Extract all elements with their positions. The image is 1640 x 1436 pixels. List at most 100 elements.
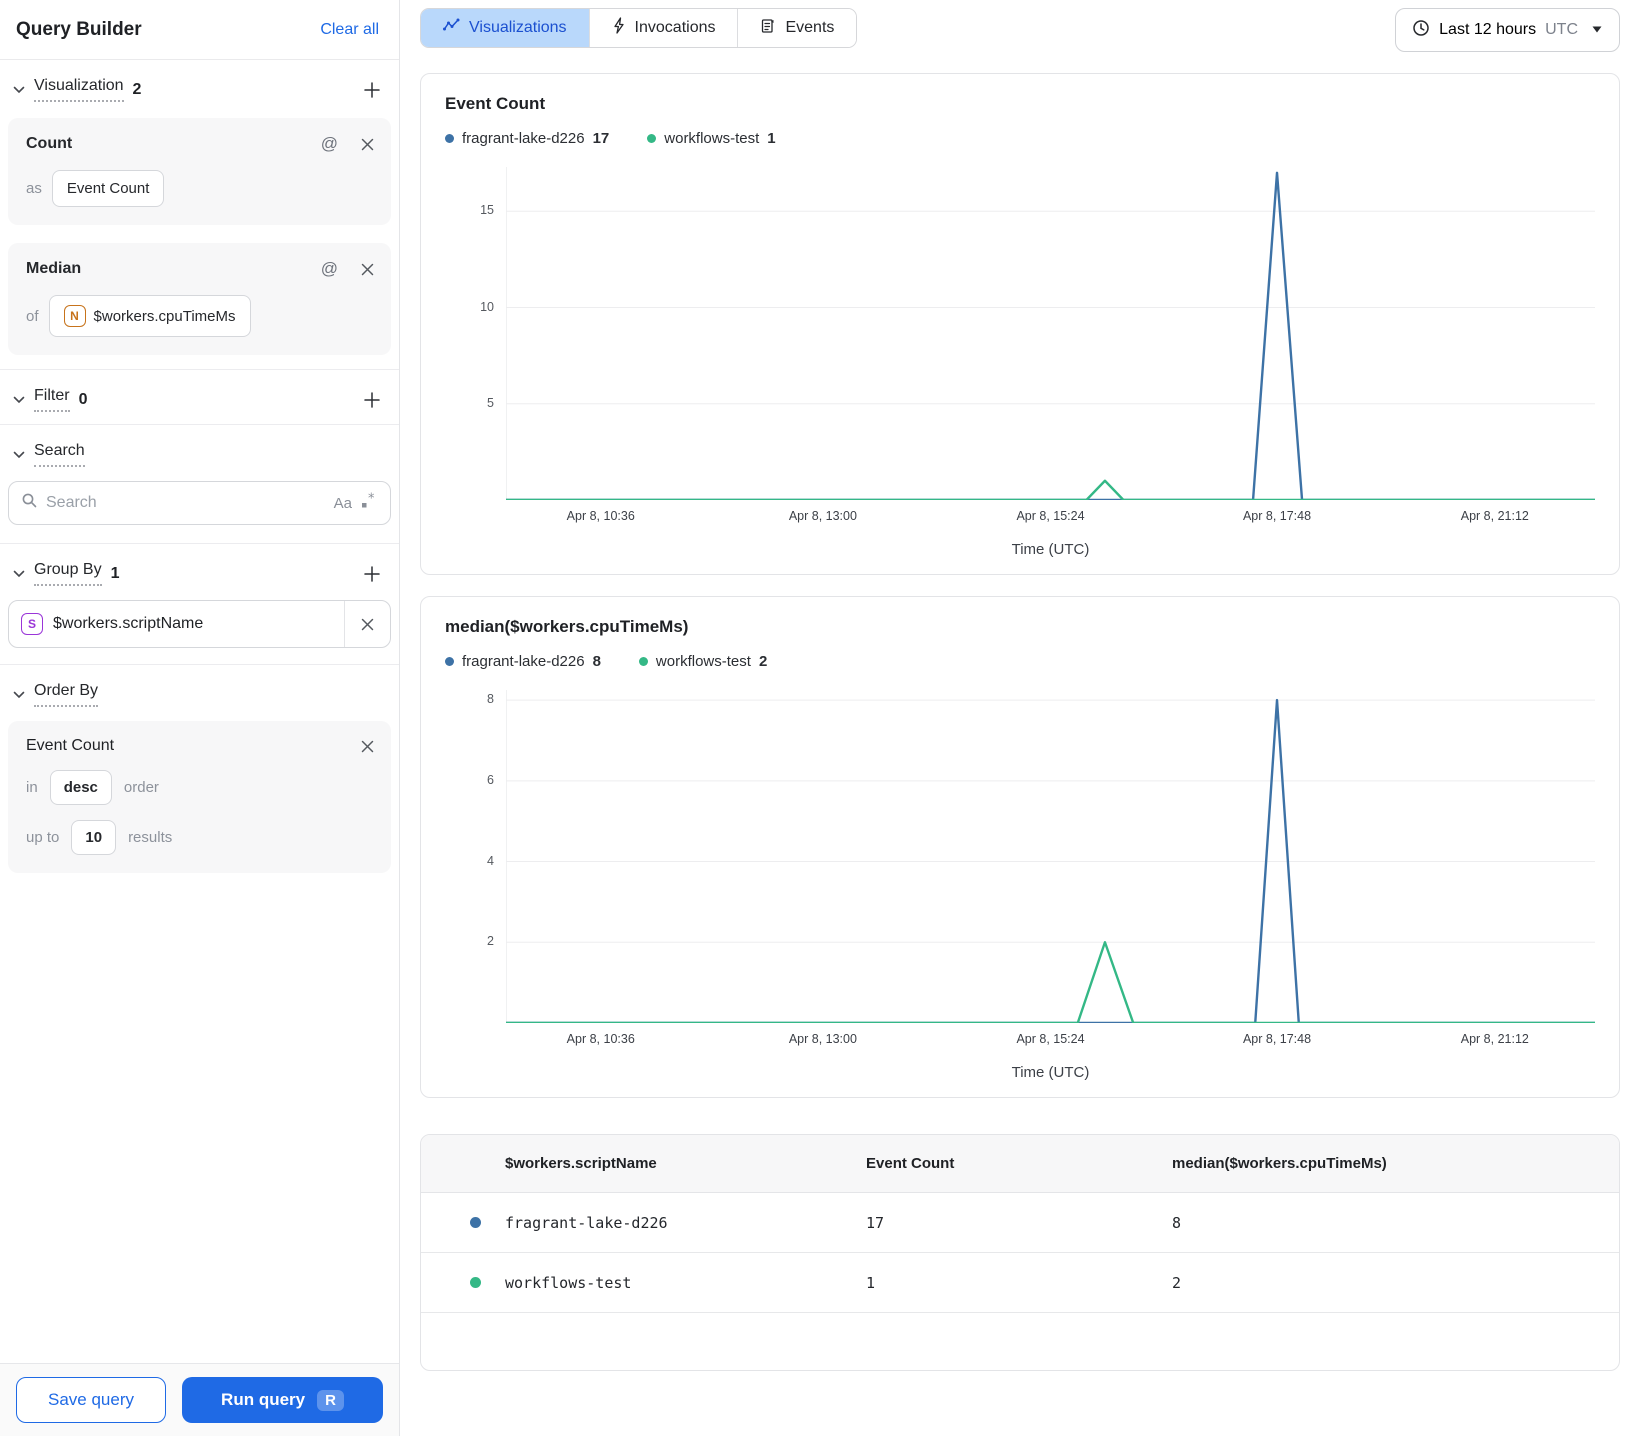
remove-group-by-button[interactable] (344, 601, 390, 647)
of-label: of (26, 307, 39, 325)
visualization-card-count: Count @ as Event Count (8, 118, 391, 225)
chevron-down-icon[interactable] (10, 81, 28, 99)
line-chart-svg (506, 690, 1595, 1023)
timezone-label: UTC (1545, 21, 1578, 38)
legend-item[interactable]: workflows-test 2 (638, 653, 768, 670)
at-icon[interactable]: @ (321, 259, 338, 279)
search-input[interactable] (46, 494, 326, 512)
tab-visualizations[interactable]: Visualizations (421, 9, 589, 47)
clock-icon (1412, 19, 1430, 42)
time-range-label: Last 12 hours (1439, 21, 1537, 38)
number-type-icon: N (63, 305, 86, 327)
legend-series-value: 8 (592, 653, 601, 670)
chevron-down-icon[interactable] (10, 686, 28, 704)
query-builder-panel: Query Builder Clear all Visualization 2 … (0, 0, 400, 1436)
y-axis-tick: 4 (487, 853, 494, 868)
tab-events[interactable]: Events (737, 9, 857, 47)
column-header-event-count[interactable]: Event Count (866, 1155, 1172, 1172)
median-field-selector[interactable]: N $workers.cpuTimeMs (48, 295, 251, 337)
legend-item[interactable]: fragrant-lake-d226 17 (445, 130, 609, 147)
search-label[interactable]: Search (34, 442, 85, 467)
string-type-icon: S (21, 613, 43, 635)
order-label: order (123, 779, 159, 796)
median-cputime-chart-card: median($workers.cpuTimeMs) fragrant-lake… (420, 596, 1620, 1098)
at-icon[interactable]: @ (321, 134, 338, 154)
chart-plot-area[interactable]: 2 4 6 8 (487, 690, 1595, 1023)
filter-label[interactable]: Filter (34, 387, 70, 412)
cell-event-count: 17 (866, 1213, 885, 1232)
add-visualization-button[interactable] (361, 79, 383, 101)
series-color-dot (647, 134, 657, 143)
run-query-button[interactable]: Run query R (182, 1377, 383, 1423)
chevron-down-icon[interactable] (10, 391, 28, 409)
x-axis-ticks: Apr 8, 10:36 Apr 8, 13:00 Apr 8, 15:24 Apr … (506, 1032, 1595, 1050)
search-box: Aa * (8, 481, 391, 525)
order-by-label[interactable]: Order By (34, 682, 99, 707)
close-icon[interactable] (360, 262, 375, 277)
chart-title: median($workers.cpuTimeMs) (445, 617, 689, 636)
group-by-field-value: $workers.scriptName (53, 615, 204, 632)
close-icon[interactable] (360, 137, 375, 152)
top-bar: Visualizations Invocations Events Last 12 … (420, 8, 1620, 52)
time-range-selector[interactable]: Last 12 hours UTC (1395, 8, 1620, 52)
x-axis-tick: Apr 8, 13:00 (788, 509, 857, 523)
visualization-count: 2 (132, 80, 142, 98)
chart-plot-area[interactable]: 5 10 15 (480, 167, 1595, 500)
legend-series-name: fragrant-lake-d226 (462, 653, 585, 670)
match-case-icon[interactable]: Aa (334, 495, 352, 512)
tab-label: Events (785, 19, 835, 36)
column-header-script-name[interactable]: $workers.scriptName (505, 1155, 866, 1172)
x-axis-tick: Apr 8, 15:24 (1016, 509, 1085, 523)
filter-count: 0 (78, 390, 88, 408)
median-field-value: $workers.cpuTimeMs (93, 307, 236, 325)
tab-label: Invocations (634, 19, 716, 36)
regex-icon[interactable]: * (360, 491, 378, 515)
table-row[interactable]: workflows-test 1 2 (421, 1253, 1619, 1313)
filter-section-header: Filter 0 (0, 370, 399, 424)
group-by-field-selector[interactable]: S $workers.scriptName (9, 613, 344, 635)
add-group-by-button[interactable] (361, 563, 383, 585)
limit-input[interactable]: 10 (71, 820, 117, 855)
x-axis-tick: Apr 8, 13:00 (788, 1032, 857, 1046)
visualization-label[interactable]: Visualization (34, 77, 124, 102)
legend-series-name: workflows-test (655, 653, 751, 670)
table-row[interactable]: fragrant-lake-d226 17 8 (421, 1193, 1619, 1253)
x-axis-title: Time (UTC) (1011, 1064, 1090, 1081)
legend-item[interactable]: fragrant-lake-d226 8 (445, 653, 601, 670)
main-content: Visualizations Invocations Events Last 12 … (400, 0, 1640, 1436)
cell-script-name: workflows-test (505, 1273, 632, 1292)
tab-invocations[interactable]: Invocations (588, 9, 738, 47)
add-filter-button[interactable] (361, 389, 383, 411)
alias-field[interactable]: Event Count (51, 170, 165, 207)
chevron-down-icon[interactable] (10, 565, 28, 583)
series-color-dot (638, 657, 648, 666)
count-card-title: Count (26, 135, 73, 152)
legend-series-value: 2 (758, 653, 768, 670)
group-by-label[interactable]: Group By (34, 561, 102, 586)
caret-down-icon (1591, 21, 1603, 39)
visualization-card-median: Median @ of N $workers.cpuTimeMs (8, 243, 391, 355)
lightning-icon (612, 17, 626, 39)
chevron-down-icon[interactable] (10, 446, 28, 464)
sort-direction-select[interactable]: desc (49, 770, 112, 805)
legend-series-name: workflows-test (664, 130, 760, 147)
query-actions-bar: Save query Run query R (0, 1363, 399, 1436)
group-by-count: 1 (110, 564, 120, 582)
event-count-chart-card: Event Count fragrant-lake-d226 17 workflow… (420, 73, 1620, 575)
results-table-header: $workers.scriptName Event Count median($… (421, 1135, 1619, 1193)
clear-all-button[interactable]: Clear all (320, 21, 379, 39)
save-query-button[interactable]: Save query (16, 1377, 166, 1423)
app-root: Query Builder Clear all Visualization 2 … (0, 0, 1640, 1436)
cell-median: 2 (1172, 1273, 1182, 1292)
as-label: as (26, 180, 42, 197)
order-by-section-header: Order By (0, 665, 399, 719)
legend-item[interactable]: workflows-test 1 (647, 130, 776, 147)
column-header-median[interactable]: median($workers.cpuTimeMs) (1172, 1155, 1619, 1172)
events-doc-icon (760, 18, 776, 39)
group-by-field-row: S $workers.scriptName (8, 600, 391, 648)
y-axis-tick: 10 (480, 299, 494, 314)
close-icon[interactable] (360, 739, 375, 754)
series-color-dot (445, 134, 454, 143)
series-color-dot (470, 1277, 481, 1288)
svg-text:*: * (368, 492, 375, 507)
